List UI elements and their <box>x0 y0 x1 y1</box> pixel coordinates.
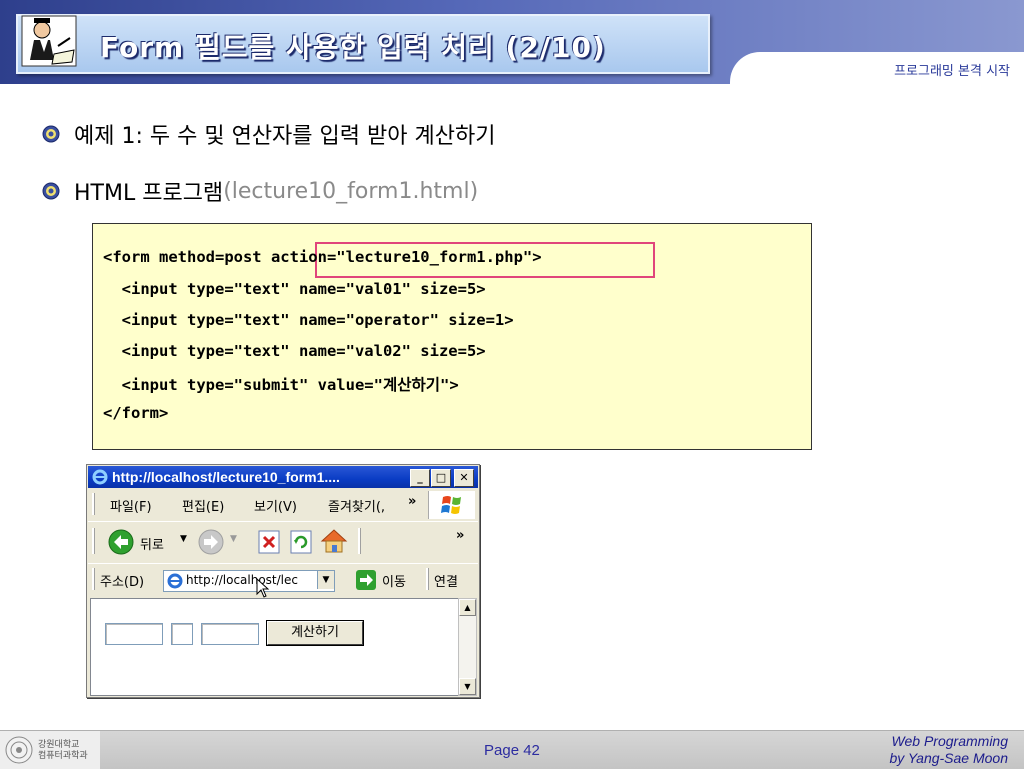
forward-arrow-icon[interactable] <box>198 529 224 555</box>
go-arrow-icon[interactable] <box>356 570 376 590</box>
address-input[interactable]: http://localhost/lec ▼ <box>163 570 335 592</box>
browser-content: 계산하기 <box>90 598 459 696</box>
page-ie-icon <box>167 573 183 589</box>
back-arrow-icon[interactable] <box>108 529 134 555</box>
refresh-icon[interactable] <box>290 530 312 554</box>
code-line: <input type="text" name="val01" size=5> <box>103 280 486 298</box>
menu-edit[interactable]: 편집(E) <box>182 496 224 515</box>
footer: 강원대학교 컴퓨터과학과 Page 42 Web Programming by … <box>0 730 1024 769</box>
bullet-html-filename: (lecture10_form1.html) <box>223 178 479 204</box>
vertical-scrollbar[interactable]: ▲ ▼ <box>458 598 477 696</box>
bullet-example: 예제 1: 두 수 및 연산자를 입력 받아 계산하기 <box>42 118 495 150</box>
code-line: <input type="text" name="operator" size=… <box>103 311 514 329</box>
menu-bar: 파일(F) 편집(E) 보기(V) 즐겨찾기(, » <box>88 489 478 519</box>
operator-input[interactable] <box>171 623 193 645</box>
code-line: <input type="submit" value="계산하기"> <box>103 376 459 394</box>
toolbar-overflow-icon[interactable]: » <box>456 528 464 543</box>
university-line2: 컴퓨터과학과 <box>38 751 88 761</box>
close-button[interactable]: ✕ <box>454 469 474 487</box>
footer-logo-area: 강원대학교 컴퓨터과학과 <box>0 731 100 769</box>
credit-course: Web Programming <box>891 733 1008 749</box>
university-seal-icon <box>5 736 33 764</box>
bullet-html-text: HTML 프로그램 <box>74 181 224 206</box>
val01-input[interactable] <box>105 623 163 645</box>
toolbar: 뒤로 ▼ ▼ » <box>88 521 478 560</box>
ie-icon <box>92 469 108 485</box>
code-box: <form method=post action="lecture10_form… <box>92 223 812 450</box>
scroll-down-icon[interactable]: ▼ <box>459 678 476 695</box>
back-dropdown-icon[interactable]: ▼ <box>180 534 187 544</box>
address-bar: 주소(D) http://localhost/lec ▼ 이동 연결 <box>88 563 478 598</box>
links-label[interactable]: 연결 <box>434 571 458 590</box>
minimize-button[interactable]: _ <box>410 469 430 487</box>
browser-window: http://localhost/lecture10_form1.... _ □… <box>86 464 480 698</box>
footer-credit: Web Programming by Yang-Sae Moon <box>889 733 1008 767</box>
subtitle: 프로그래밍 본격 시작 <box>894 64 1010 79</box>
menu-file[interactable]: 파일(F) <box>110 496 152 515</box>
code-line: <form method=post action="lecture10_form… <box>103 248 542 266</box>
toolbar-grip[interactable] <box>92 493 95 515</box>
code-line: </form> <box>103 404 169 422</box>
code-line: <input type="text" name="val02" size=5> <box>103 342 486 360</box>
menu-view[interactable]: 보기(V) <box>254 496 297 515</box>
university-name: 강원대학교 컴퓨터과학과 <box>38 740 88 762</box>
window-titlebar[interactable]: http://localhost/lecture10_form1.... _ □… <box>88 466 478 488</box>
toolbar-grip[interactable] <box>92 528 95 554</box>
submit-button[interactable]: 계산하기 <box>266 620 364 646</box>
toolbar-grip[interactable] <box>92 568 95 590</box>
back-button-label[interactable]: 뒤로 <box>140 534 164 553</box>
forward-dropdown-icon[interactable]: ▼ <box>230 534 237 544</box>
bullet-html: HTML 프로그램 (lecture10_form1.html) <box>42 175 478 207</box>
window-title: http://localhost/lecture10_form1.... <box>112 469 340 485</box>
windows-logo-icon <box>428 491 475 519</box>
stop-icon[interactable] <box>258 530 280 554</box>
university-line1: 강원대학교 <box>38 740 80 750</box>
page-number: Page 42 <box>484 742 540 759</box>
home-icon[interactable] <box>320 528 348 554</box>
toolbar-separator <box>358 528 361 554</box>
scroll-up-icon[interactable]: ▲ <box>459 599 476 616</box>
menu-overflow-icon[interactable]: » <box>408 494 416 509</box>
toolbar-grip[interactable] <box>426 568 429 590</box>
address-url: http://localhost/lec <box>186 573 298 587</box>
menu-favorites[interactable]: 즐겨찾기(, <box>328 496 385 515</box>
address-label: 주소(D) <box>100 575 145 590</box>
credit-author: by Yang-Sae Moon <box>889 750 1008 766</box>
maximize-button[interactable]: □ <box>431 469 451 487</box>
emblem-bullet-icon <box>42 182 60 200</box>
address-dropdown-icon[interactable]: ▼ <box>317 571 334 589</box>
go-button-label[interactable]: 이동 <box>382 571 406 590</box>
mouse-cursor-icon <box>256 578 270 598</box>
emblem-bullet-icon <box>42 125 60 143</box>
bullet-example-text: 예제 1: 두 수 및 연산자를 입력 받아 계산하기 <box>74 124 496 149</box>
professor-logo-icon <box>21 15 77 67</box>
val02-input[interactable] <box>201 623 259 645</box>
page-title: Form 필드를 사용한 입력 처리 (2/10) <box>100 31 606 64</box>
